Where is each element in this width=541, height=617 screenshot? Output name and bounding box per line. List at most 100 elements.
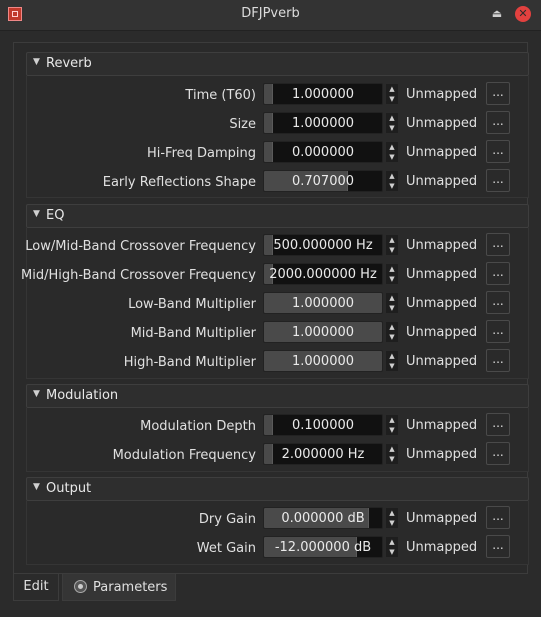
more-options-button[interactable]: ... xyxy=(486,442,510,465)
spin-up-icon[interactable]: ▲ xyxy=(386,264,398,274)
more-options-button[interactable]: ... xyxy=(486,535,510,558)
section-header-modulation[interactable]: ▼ Modulation xyxy=(26,384,529,408)
spin-down-icon[interactable]: ▼ xyxy=(386,547,398,557)
collapse-arrow-icon[interactable]: ▼ xyxy=(33,482,40,492)
spin-up-icon[interactable]: ▲ xyxy=(386,351,398,361)
section-header-output[interactable]: ▼ Output xyxy=(26,477,529,501)
more-options-button[interactable]: ... xyxy=(486,320,510,343)
param-slider[interactable]: 0.000000 dB xyxy=(263,507,383,529)
param-label: Low-Band Multiplier xyxy=(128,297,256,312)
param-value: -12.000000 dB xyxy=(274,540,372,555)
param-label: Hi-Freq Damping xyxy=(146,146,256,161)
more-options-button[interactable]: ... xyxy=(486,291,510,314)
mapping-status: Unmapped xyxy=(406,267,478,282)
collapse-arrow-icon[interactable]: ▼ xyxy=(33,57,40,67)
mapping-status: Unmapped xyxy=(406,174,478,189)
param-value: 0.100000 xyxy=(291,418,355,433)
spin-up-icon[interactable]: ▲ xyxy=(386,142,398,152)
mapping-status: Unmapped xyxy=(406,511,478,526)
tab-parameters[interactable]: Parameters xyxy=(62,574,176,601)
more-options-button[interactable]: ... xyxy=(486,169,510,192)
shade-icon[interactable]: ⏏ xyxy=(490,7,504,21)
param-slider[interactable]: 1.000000 xyxy=(263,350,383,372)
section-header-reverb[interactable]: ▼ Reverb xyxy=(26,52,529,76)
spin-down-icon[interactable]: ▼ xyxy=(386,332,398,342)
param-slider[interactable]: -12.000000 dB xyxy=(263,536,383,558)
param-label: Mid/High-Band Crossover Frequency xyxy=(21,268,256,283)
spin-down-icon[interactable]: ▼ xyxy=(386,518,398,528)
spin-buttons[interactable]: ▲ ▼ xyxy=(385,234,399,256)
spin-up-icon[interactable]: ▲ xyxy=(386,322,398,332)
spin-down-icon[interactable]: ▼ xyxy=(386,245,398,255)
param-slider[interactable]: 1.000000 xyxy=(263,321,383,343)
mapping-status: Unmapped xyxy=(406,418,478,433)
param-slider[interactable]: 0.707000 xyxy=(263,170,383,192)
spin-up-icon[interactable]: ▲ xyxy=(386,113,398,123)
spin-up-icon[interactable]: ▲ xyxy=(386,171,398,181)
spin-up-icon[interactable]: ▲ xyxy=(386,415,398,425)
mapping-status: Unmapped xyxy=(406,447,478,462)
spin-buttons[interactable]: ▲ ▼ xyxy=(385,292,399,314)
close-icon[interactable]: ✕ xyxy=(515,6,531,22)
tab-edit[interactable]: Edit xyxy=(13,574,59,601)
parameters-panel: ▼ Reverb Time (T60) 1.000000 ▲ ▼ Unmapped... Si… xyxy=(13,42,529,574)
spin-down-icon[interactable]: ▼ xyxy=(386,181,398,191)
section-header-eq[interactable]: ▼ EQ xyxy=(26,204,529,228)
spin-buttons[interactable]: ▲ ▼ xyxy=(385,507,399,529)
param-slider[interactable]: 2000.000000 Hz xyxy=(263,263,383,285)
spin-buttons[interactable]: ▲ ▼ xyxy=(385,170,399,192)
spin-buttons[interactable]: ▲ ▼ xyxy=(385,414,399,436)
param-row: Early Reflections Shape 0.707000 ▲ ▼ Unmappe… xyxy=(1,169,541,198)
mapping-status: Unmapped xyxy=(406,145,478,160)
spin-buttons[interactable]: ▲ ▼ xyxy=(385,83,399,105)
spin-up-icon[interactable]: ▲ xyxy=(386,537,398,547)
param-value: 2.000000 Hz xyxy=(281,447,365,462)
param-slider[interactable]: 2.000000 Hz xyxy=(263,443,383,465)
spin-up-icon[interactable]: ▲ xyxy=(386,444,398,454)
param-slider[interactable]: 1.000000 xyxy=(263,83,383,105)
spin-down-icon[interactable]: ▼ xyxy=(386,94,398,104)
more-options-button[interactable]: ... xyxy=(486,506,510,529)
collapse-arrow-icon[interactable]: ▼ xyxy=(33,389,40,399)
spin-buttons[interactable]: ▲ ▼ xyxy=(385,350,399,372)
collapse-arrow-icon[interactable]: ▼ xyxy=(33,209,40,219)
more-options-button[interactable]: ... xyxy=(486,413,510,436)
param-value: 1.000000 xyxy=(291,116,355,131)
spin-down-icon[interactable]: ▼ xyxy=(386,274,398,284)
param-slider[interactable]: 0.000000 xyxy=(263,141,383,163)
spin-down-icon[interactable]: ▼ xyxy=(386,425,398,435)
spin-buttons[interactable]: ▲ ▼ xyxy=(385,443,399,465)
param-slider[interactable]: 1.000000 xyxy=(263,292,383,314)
more-options-button[interactable]: ... xyxy=(486,111,510,134)
mapping-status: Unmapped xyxy=(406,325,478,340)
param-value: 2000.000000 Hz xyxy=(269,267,377,282)
spin-up-icon[interactable]: ▲ xyxy=(386,84,398,94)
spin-down-icon[interactable]: ▼ xyxy=(386,152,398,162)
spin-down-icon[interactable]: ▼ xyxy=(386,303,398,313)
window-titlebar[interactable]: DFJPverb ⏏ ✕ xyxy=(0,0,541,31)
spin-buttons[interactable]: ▲ ▼ xyxy=(385,321,399,343)
param-row: Low/Mid-Band Crossover Frequency 500.0000… xyxy=(1,233,541,262)
more-options-button[interactable]: ... xyxy=(486,82,510,105)
spin-buttons[interactable]: ▲ ▼ xyxy=(385,112,399,134)
spin-buttons[interactable]: ▲ ▼ xyxy=(385,141,399,163)
spin-down-icon[interactable]: ▼ xyxy=(386,454,398,464)
param-slider[interactable]: 500.000000 Hz xyxy=(263,234,383,256)
spin-down-icon[interactable]: ▼ xyxy=(386,123,398,133)
param-row: Time (T60) 1.000000 ▲ ▼ Unmapped... xyxy=(1,82,541,111)
param-slider[interactable]: 1.000000 xyxy=(263,112,383,134)
spin-down-icon[interactable]: ▼ xyxy=(386,361,398,371)
spin-up-icon[interactable]: ▲ xyxy=(386,293,398,303)
more-options-button[interactable]: ... xyxy=(486,262,510,285)
spin-buttons[interactable]: ▲ ▼ xyxy=(385,536,399,558)
more-options-button[interactable]: ... xyxy=(486,349,510,372)
more-options-button[interactable]: ... xyxy=(486,140,510,163)
param-label: Low/Mid-Band Crossover Frequency xyxy=(25,239,256,254)
param-slider[interactable]: 0.100000 xyxy=(263,414,383,436)
more-options-button[interactable]: ... xyxy=(486,233,510,256)
spin-up-icon[interactable]: ▲ xyxy=(386,235,398,245)
param-label: High-Band Multiplier xyxy=(123,355,256,370)
param-row: Wet Gain -12.000000 dB ▲ ▼ Unmapped... xyxy=(1,535,541,564)
spin-buttons[interactable]: ▲ ▼ xyxy=(385,263,399,285)
spin-up-icon[interactable]: ▲ xyxy=(386,508,398,518)
